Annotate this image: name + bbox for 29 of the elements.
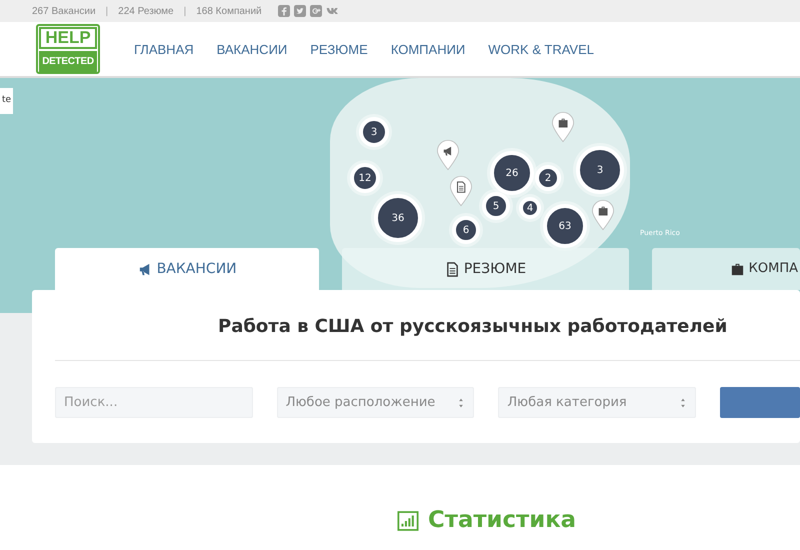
tab[interactable]: ВАКАНСИИ [55,248,320,290]
search-field[interactable]: Поиск... [55,387,253,418]
twitter-icon[interactable] [294,5,306,17]
map-pin-icon[interactable] [590,198,616,232]
map-pin-icon[interactable] [550,110,576,144]
document-icon [444,262,460,276]
facebook-icon[interactable] [278,5,290,17]
nav-link[interactable]: ГЛАВНАЯ [134,42,194,56]
nav-link[interactable]: ВАКАНСИИ [216,42,288,56]
sort-caret-icon [679,398,688,408]
google-plus-icon[interactable] [310,5,322,17]
separator: | [106,4,108,18]
map-pin-icon[interactable] [435,138,461,172]
map-control[interactable]: te [0,88,14,114]
tab[interactable]: РЕЗЮМЕ [342,248,629,290]
section-title: Статистика [428,507,576,534]
vk-icon[interactable] [326,5,338,17]
tab[interactable]: КОМПА [652,248,800,290]
map-pin-icon[interactable] [448,174,474,208]
nav-link[interactable]: WORK & TRAVEL [488,42,594,56]
briefcase-icon [730,262,745,276]
search-title: Работа в США от русскоязычных работодателей [217,315,728,339]
logo-text: DETECTED [39,51,97,73]
sort-caret-icon [457,398,466,408]
logo-text: HELP [39,27,97,49]
nav-link[interactable]: КОМПАНИИ [390,42,466,56]
nav-link[interactable]: РЕЗЮМЕ [310,42,368,56]
bar-chart-icon [396,510,420,532]
separator: | [184,4,186,18]
